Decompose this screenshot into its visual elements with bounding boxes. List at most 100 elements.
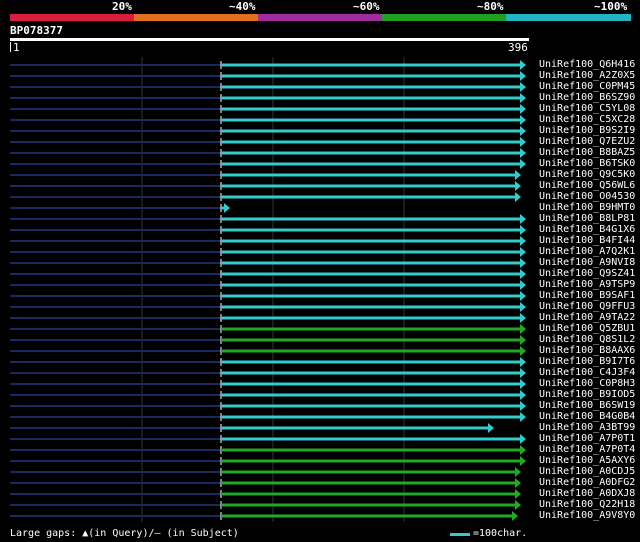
hit-label[interactable]: UniRef100_B6SW19 xyxy=(539,400,635,411)
alignment-end-arrow xyxy=(520,368,526,378)
hit-label[interactable]: UniRef100_A3BT99 xyxy=(539,422,635,433)
hit-label[interactable]: UniRef100_Q22H18 xyxy=(539,499,635,510)
hit-label[interactable]: UniRef100_B8AAX6 xyxy=(539,345,635,356)
hit-label[interactable]: UniRef100_C5YL08 xyxy=(539,103,635,114)
hit-row[interactable] xyxy=(10,247,526,257)
alignment-end-arrow xyxy=(520,456,526,466)
hit-row[interactable] xyxy=(10,214,526,224)
hit-row[interactable] xyxy=(10,82,526,92)
alignment-end-arrow xyxy=(520,434,526,444)
hit-label[interactable]: UniRef100_A2Z0X5 xyxy=(539,70,635,81)
hit-row[interactable] xyxy=(10,346,526,356)
hit-label[interactable]: UniRef100_B9SAF1 xyxy=(539,290,635,301)
hit-label[interactable]: UniRef100_A9TA22 xyxy=(539,312,635,323)
hit-label[interactable]: UniRef100_A0DFG2 xyxy=(539,477,635,488)
hit-row[interactable] xyxy=(10,225,526,235)
hit-label[interactable]: UniRef100_A9TSP9 xyxy=(539,279,635,290)
hit-label[interactable]: UniRef100_Q7EZU2 xyxy=(539,136,635,147)
hit-row[interactable] xyxy=(10,291,526,301)
hit-row[interactable] xyxy=(10,401,526,411)
hit-row[interactable] xyxy=(10,302,526,312)
hit-label[interactable]: UniRef100_B9S2I9 xyxy=(539,125,635,136)
hit-label[interactable]: UniRef100_B4G0B4 xyxy=(539,411,635,422)
hit-row[interactable] xyxy=(10,313,526,323)
hit-row[interactable] xyxy=(10,115,526,125)
hit-label[interactable]: UniRef100_B8BAZ5 xyxy=(539,147,635,158)
alignment-end-arrow xyxy=(515,467,521,477)
hit-label[interactable]: UniRef100_A5AXY6 xyxy=(539,455,635,466)
hit-row[interactable] xyxy=(10,390,526,400)
hit-row[interactable] xyxy=(10,104,526,114)
hit-row[interactable] xyxy=(10,126,526,136)
hit-row[interactable] xyxy=(10,93,526,103)
hit-row[interactable] xyxy=(10,335,526,345)
hit-label[interactable]: UniRef100_B8LP81 xyxy=(539,213,635,224)
hit-label[interactable]: UniRef100_A7P0T1 xyxy=(539,433,635,444)
hit-label[interactable]: UniRef100_B6TSK0 xyxy=(539,158,635,169)
alignment-end-arrow xyxy=(520,412,526,422)
hit-label[interactable]: UniRef100_A7Q2K1 xyxy=(539,246,635,257)
hit-row[interactable] xyxy=(10,500,521,510)
hit-row[interactable] xyxy=(10,467,521,477)
hit-row[interactable] xyxy=(10,445,526,455)
hit-label[interactable]: UniRef100_A9V8Y0 xyxy=(539,510,635,521)
hit-label[interactable]: UniRef100_B9IOD5 xyxy=(539,389,635,400)
hit-row[interactable] xyxy=(10,170,521,180)
hit-row[interactable] xyxy=(10,71,526,81)
hit-label[interactable]: UniRef100_Q9C5K0 xyxy=(539,169,635,180)
hit-label[interactable]: UniRef100_A0CDJ5 xyxy=(539,466,635,477)
hit-row[interactable] xyxy=(10,269,526,279)
hit-row[interactable] xyxy=(10,324,526,334)
hit-row[interactable] xyxy=(10,258,526,268)
hit-label[interactable]: UniRef100_C0P8H3 xyxy=(539,378,635,389)
hit-row[interactable] xyxy=(10,203,230,213)
alignment-end-arrow xyxy=(520,60,526,70)
alignment-end-arrow xyxy=(515,500,521,510)
hit-label[interactable]: UniRef100_Q8S1L2 xyxy=(539,334,635,345)
hit-label[interactable]: UniRef100_C5XC28 xyxy=(539,114,635,125)
hit-label[interactable]: UniRef100_O04530 xyxy=(539,191,635,202)
alignment-end-arrow xyxy=(488,423,494,433)
hit-row[interactable] xyxy=(10,181,521,191)
hit-row[interactable] xyxy=(10,423,494,433)
hit-label[interactable]: UniRef100_Q5ZBU1 xyxy=(539,323,635,334)
alignment-end-arrow xyxy=(520,390,526,400)
alignment-end-arrow xyxy=(520,236,526,246)
hit-row[interactable] xyxy=(10,148,526,158)
hit-label[interactable]: UniRef100_A9NVI8 xyxy=(539,257,635,268)
hit-label[interactable]: UniRef100_Q9FFU3 xyxy=(539,301,635,312)
hit-row[interactable] xyxy=(10,478,521,488)
alignment-end-arrow xyxy=(520,71,526,81)
hit-label[interactable]: UniRef100_B9I7T6 xyxy=(539,356,635,367)
alignment-end-arrow xyxy=(520,104,526,114)
hit-row[interactable] xyxy=(10,60,526,70)
hit-row[interactable] xyxy=(10,280,526,290)
hit-label[interactable]: UniRef100_A7P0T4 xyxy=(539,444,635,455)
hit-label[interactable]: UniRef100_B4FI44 xyxy=(539,235,635,246)
hit-label[interactable]: UniRef100_A0DXJ8 xyxy=(539,488,635,499)
hit-label[interactable]: UniRef100_B4G1X6 xyxy=(539,224,635,235)
hit-row[interactable] xyxy=(10,511,518,521)
hit-row[interactable] xyxy=(10,379,526,389)
hit-label[interactable]: UniRef100_C4J3F4 xyxy=(539,367,635,378)
hit-label[interactable]: UniRef100_C0PM45 xyxy=(539,81,635,92)
hit-label[interactable]: UniRef100_Q56WL6 xyxy=(539,180,635,191)
hit-row[interactable] xyxy=(10,489,521,499)
hit-label[interactable]: UniRef100_Q9SZ41 xyxy=(539,268,635,279)
hit-label[interactable]: UniRef100_B6SZ90 xyxy=(539,92,635,103)
hit-row[interactable] xyxy=(10,368,526,378)
hit-row[interactable] xyxy=(10,456,526,466)
scale-legend: =100char. xyxy=(450,528,527,540)
hit-row[interactable] xyxy=(10,137,526,147)
hit-row[interactable] xyxy=(10,434,526,444)
hit-label[interactable]: UniRef100_B9HMT0 xyxy=(539,202,635,213)
hit-row[interactable] xyxy=(10,412,526,422)
alignment-end-arrow xyxy=(520,93,526,103)
hit-row[interactable] xyxy=(10,192,521,202)
hit-row[interactable] xyxy=(10,236,526,246)
hit-row[interactable] xyxy=(10,159,526,169)
scale-swatch xyxy=(450,532,470,536)
hit-label[interactable]: UniRef100_Q6H416 xyxy=(539,59,635,70)
alignment-end-arrow xyxy=(520,115,526,125)
hit-row[interactable] xyxy=(10,357,526,367)
